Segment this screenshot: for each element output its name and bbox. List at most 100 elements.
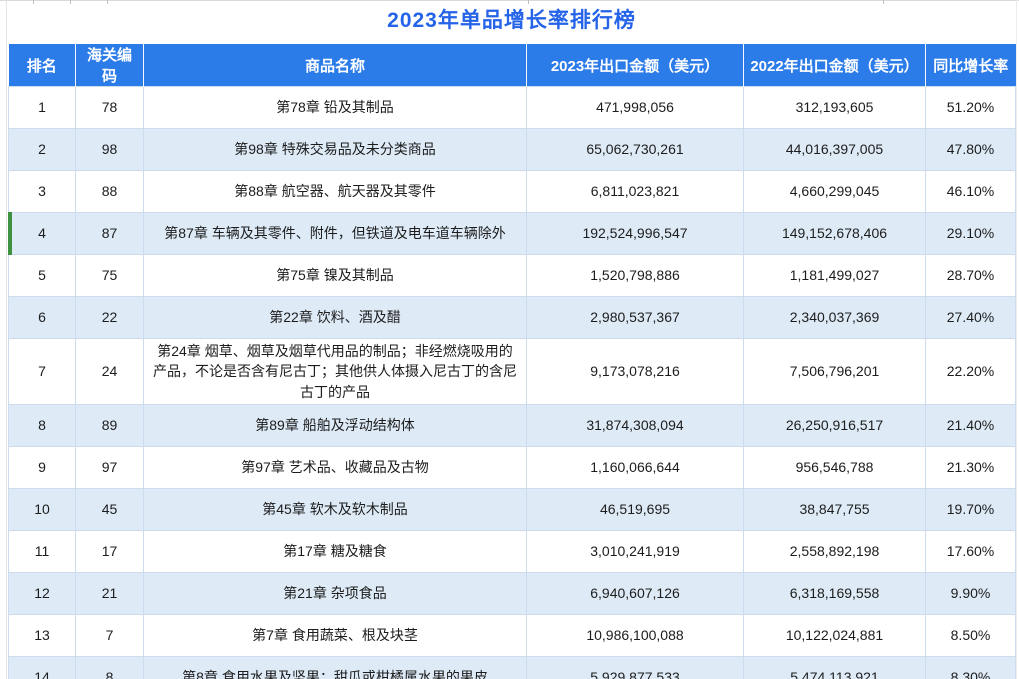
- product-name-cell[interactable]: 第97章 艺术品、收藏品及古物: [144, 446, 527, 488]
- table-row[interactable]: 9 97 第97章 艺术品、收藏品及古物 1,160,066,644 956,5…: [9, 446, 1016, 488]
- table-row[interactable]: 5 75 第75章 镍及其制品 1,520,798,886 1,181,499,…: [9, 255, 1016, 297]
- amount-2023-cell[interactable]: 2,980,537,367: [527, 297, 744, 339]
- amount-2022-cell[interactable]: 26,250,916,517: [744, 404, 926, 446]
- amount-2022-cell[interactable]: 2,558,892,198: [744, 530, 926, 572]
- amount-2022-cell[interactable]: 2,340,037,369: [744, 297, 926, 339]
- growth-cell[interactable]: 9.90%: [926, 572, 1016, 614]
- growth-cell[interactable]: 21.30%: [926, 446, 1016, 488]
- table-row[interactable]: 1 78 第78章 铅及其制品 471,998,056 312,193,605 …: [9, 87, 1016, 129]
- rank-cell[interactable]: 4: [9, 213, 76, 255]
- product-name-cell[interactable]: 第8章 食用水果及坚果；甜瓜或柑橘属水果的果皮: [144, 656, 527, 679]
- product-name-cell[interactable]: 第22章 饮料、酒及醋: [144, 297, 527, 339]
- growth-cell[interactable]: 28.70%: [926, 255, 1016, 297]
- growth-cell[interactable]: 8.50%: [926, 614, 1016, 656]
- hs-code-cell[interactable]: 7: [76, 614, 144, 656]
- amount-2023-cell[interactable]: 10,986,100,088: [527, 614, 744, 656]
- rank-cell[interactable]: 3: [9, 171, 76, 213]
- rank-cell[interactable]: 14: [9, 656, 76, 679]
- table-row[interactable]: 2 98 第98章 特殊交易品及未分类商品 65,062,730,261 44,…: [9, 129, 1016, 171]
- product-name-cell[interactable]: 第87章 车辆及其零件、附件，但铁道及电车道车辆除外: [144, 213, 527, 255]
- rank-cell[interactable]: 6: [9, 297, 76, 339]
- product-name-cell[interactable]: 第88章 航空器、航天器及其零件: [144, 171, 527, 213]
- growth-cell[interactable]: 47.80%: [926, 129, 1016, 171]
- rank-cell[interactable]: 13: [9, 614, 76, 656]
- rank-cell[interactable]: 9: [9, 446, 76, 488]
- growth-cell[interactable]: 17.60%: [926, 530, 1016, 572]
- amount-2023-cell[interactable]: 1,160,066,644: [527, 446, 744, 488]
- amount-2023-cell[interactable]: 9,173,078,216: [527, 339, 744, 405]
- amount-2022-cell[interactable]: 312,193,605: [744, 87, 926, 129]
- hs-code-cell[interactable]: 78: [76, 87, 144, 129]
- product-name-cell[interactable]: 第98章 特殊交易品及未分类商品: [144, 129, 527, 171]
- rank-cell[interactable]: 2: [9, 129, 76, 171]
- hs-code-cell[interactable]: 24: [76, 339, 144, 405]
- product-name-cell[interactable]: 第17章 糖及糖食: [144, 530, 527, 572]
- amount-2023-cell[interactable]: 192,524,996,547: [527, 213, 744, 255]
- amount-2022-cell[interactable]: 38,847,755: [744, 488, 926, 530]
- growth-cell[interactable]: 29.10%: [926, 213, 1016, 255]
- hs-code-cell[interactable]: 21: [76, 572, 144, 614]
- amount-2023-cell[interactable]: 6,811,023,821: [527, 171, 744, 213]
- product-name-cell[interactable]: 第7章 食用蔬菜、根及块茎: [144, 614, 527, 656]
- amount-2022-cell[interactable]: 1,181,499,027: [744, 255, 926, 297]
- hs-code-cell[interactable]: 97: [76, 446, 144, 488]
- amount-2023-cell[interactable]: 3,010,241,919: [527, 530, 744, 572]
- amount-2023-cell[interactable]: 6,940,607,126: [527, 572, 744, 614]
- rank-cell[interactable]: 7: [9, 339, 76, 405]
- hs-code-cell[interactable]: 22: [76, 297, 144, 339]
- amount-2022-cell[interactable]: 956,546,788: [744, 446, 926, 488]
- growth-cell[interactable]: 21.40%: [926, 404, 1016, 446]
- rank-cell[interactable]: 12: [9, 572, 76, 614]
- table-row[interactable]: 10 45 第45章 软木及软木制品 46,519,695 38,847,755…: [9, 488, 1016, 530]
- amount-2022-cell[interactable]: 7,506,796,201: [744, 339, 926, 405]
- hs-code-cell[interactable]: 8: [76, 656, 144, 679]
- table-row[interactable]: 6 22 第22章 饮料、酒及醋 2,980,537,367 2,340,037…: [9, 297, 1016, 339]
- growth-cell[interactable]: 51.20%: [926, 87, 1016, 129]
- rank-cell[interactable]: 5: [9, 255, 76, 297]
- table-row[interactable]: 13 7 第7章 食用蔬菜、根及块茎 10,986,100,088 10,122…: [9, 614, 1016, 656]
- hs-code-cell[interactable]: 17: [76, 530, 144, 572]
- rank-cell[interactable]: 8: [9, 404, 76, 446]
- amount-2022-cell[interactable]: 149,152,678,406: [744, 213, 926, 255]
- table-row[interactable]: 14 8 第8章 食用水果及坚果；甜瓜或柑橘属水果的果皮 5,929,877,5…: [9, 656, 1016, 679]
- table-row[interactable]: 7 24 第24章 烟草、烟草及烟草代用品的制品；非经燃烧吸用的产品，不论是否含…: [9, 339, 1016, 405]
- growth-cell[interactable]: 8.30%: [926, 656, 1016, 679]
- hs-code-cell[interactable]: 89: [76, 404, 144, 446]
- growth-cell[interactable]: 46.10%: [926, 171, 1016, 213]
- amount-2023-cell[interactable]: 1,520,798,886: [527, 255, 744, 297]
- amount-2023-cell[interactable]: 31,874,308,094: [527, 404, 744, 446]
- amount-2022-cell[interactable]: 5,474,113,921: [744, 656, 926, 679]
- rank-cell[interactable]: 1: [9, 87, 76, 129]
- amount-2023-cell[interactable]: 46,519,695: [527, 488, 744, 530]
- amount-2022-cell[interactable]: 10,122,024,881: [744, 614, 926, 656]
- page-title: 2023年单品增长率排行榜: [8, 0, 1015, 44]
- hs-code-cell[interactable]: 75: [76, 255, 144, 297]
- amount-2023-cell[interactable]: 471,998,056: [527, 87, 744, 129]
- product-name-cell[interactable]: 第89章 船舶及浮动结构体: [144, 404, 527, 446]
- product-name-cell[interactable]: 第21章 杂项食品: [144, 572, 527, 614]
- table-row[interactable]: 8 89 第89章 船舶及浮动结构体 31,874,308,094 26,250…: [9, 404, 1016, 446]
- rank-cell[interactable]: 11: [9, 530, 76, 572]
- ranking-table: 排名 海关编码 商品名称 2023年出口金额（美元） 2022年出口金额（美元）…: [8, 44, 1016, 679]
- hs-code-cell[interactable]: 98: [76, 129, 144, 171]
- table-row[interactable]: 12 21 第21章 杂项食品 6,940,607,126 6,318,169,…: [9, 572, 1016, 614]
- growth-cell[interactable]: 27.40%: [926, 297, 1016, 339]
- product-name-cell[interactable]: 第24章 烟草、烟草及烟草代用品的制品；非经燃烧吸用的产品，不论是否含有尼古丁；…: [144, 339, 527, 405]
- amount-2023-cell[interactable]: 65,062,730,261: [527, 129, 744, 171]
- amount-2022-cell[interactable]: 6,318,169,558: [744, 572, 926, 614]
- product-name-cell[interactable]: 第45章 软木及软木制品: [144, 488, 527, 530]
- growth-cell[interactable]: 22.20%: [926, 339, 1016, 405]
- rank-cell[interactable]: 10: [9, 488, 76, 530]
- amount-2023-cell[interactable]: 5,929,877,533: [527, 656, 744, 679]
- hs-code-cell[interactable]: 88: [76, 171, 144, 213]
- product-name-cell[interactable]: 第75章 镍及其制品: [144, 255, 527, 297]
- table-row[interactable]: 11 17 第17章 糖及糖食 3,010,241,919 2,558,892,…: [9, 530, 1016, 572]
- table-row[interactable]: 3 88 第88章 航空器、航天器及其零件 6,811,023,821 4,66…: [9, 171, 1016, 213]
- amount-2022-cell[interactable]: 4,660,299,045: [744, 171, 926, 213]
- growth-cell[interactable]: 19.70%: [926, 488, 1016, 530]
- hs-code-cell[interactable]: 45: [76, 488, 144, 530]
- table-row[interactable]: 4 87 第87章 车辆及其零件、附件，但铁道及电车道车辆除外 192,524,…: [9, 213, 1016, 255]
- amount-2022-cell[interactable]: 44,016,397,005: [744, 129, 926, 171]
- hs-code-cell[interactable]: 87: [76, 213, 144, 255]
- product-name-cell[interactable]: 第78章 铅及其制品: [144, 87, 527, 129]
